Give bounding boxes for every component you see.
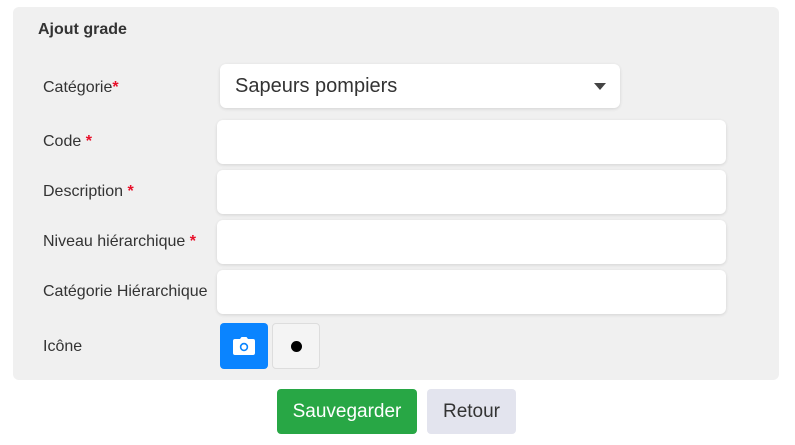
label-code: Code * (43, 133, 92, 151)
categorie-selected-value: Sapeurs pompiers (235, 75, 398, 97)
circle-dot-icon (290, 340, 302, 352)
code-field[interactable] (217, 120, 726, 164)
label-text: Code (43, 133, 82, 150)
save-button[interactable]: Sauvegarder (277, 389, 417, 434)
categorie-hierarchique-field[interactable] (217, 270, 726, 314)
categorie-select[interactable]: Sapeurs pompiers (220, 64, 620, 108)
label-categorie: Catégorie* (43, 79, 119, 97)
label-text: Description (43, 183, 124, 200)
label-description: Description * (43, 183, 134, 201)
required-mark: * (189, 233, 196, 250)
label-icone: Icône (43, 338, 82, 356)
label-text: Niveau hiérarchique (43, 233, 186, 250)
chevron-down-icon (594, 83, 606, 90)
niveau-hierarchique-field[interactable] (217, 220, 726, 264)
label-niveau-hierarchique: Niveau hiérarchique * (43, 233, 196, 251)
label-text: Catégorie Hiérarchique (43, 283, 208, 300)
required-mark: * (85, 133, 92, 150)
label-text: Catégorie (43, 79, 113, 96)
icon-option-dot[interactable] (272, 323, 320, 369)
required-mark: * (127, 183, 134, 200)
label-text: Icône (43, 338, 83, 355)
camera-icon (233, 337, 255, 355)
icon-option-camera[interactable] (220, 323, 268, 369)
form-title: Ajout grade (38, 21, 127, 38)
label-categorie-hierarchique: Catégorie Hiérarchique (43, 283, 208, 301)
form-panel: Ajout grade Catégorie* Sapeurs pompiers … (13, 7, 779, 380)
required-mark: * (112, 79, 119, 96)
description-field[interactable] (217, 170, 726, 214)
back-button[interactable]: Retour (427, 389, 516, 434)
